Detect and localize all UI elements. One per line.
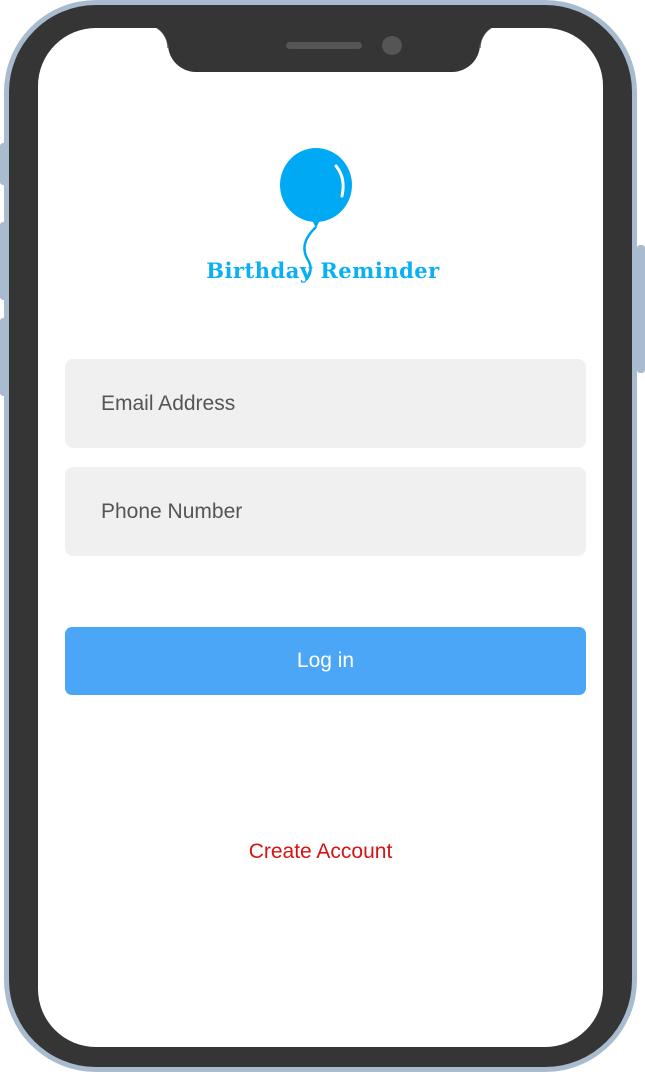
device-mockup: Birthday Reminder Log in Create Account <box>0 0 645 1075</box>
email-input[interactable] <box>65 359 586 448</box>
power-button <box>637 245 645 373</box>
front-camera <box>382 36 402 55</box>
app-logo: Birthday Reminder <box>188 148 458 288</box>
speaker-grille <box>286 42 362 49</box>
create-account-link[interactable]: Create Account <box>38 840 603 864</box>
email-field[interactable] <box>65 359 586 448</box>
phone-input[interactable] <box>65 467 586 556</box>
app-title: Birthday Reminder <box>206 258 440 283</box>
phone-screen: Birthday Reminder Log in Create Account <box>38 28 603 1047</box>
login-button[interactable]: Log in <box>65 627 586 695</box>
phone-field[interactable] <box>65 467 586 556</box>
notch <box>144 28 504 72</box>
